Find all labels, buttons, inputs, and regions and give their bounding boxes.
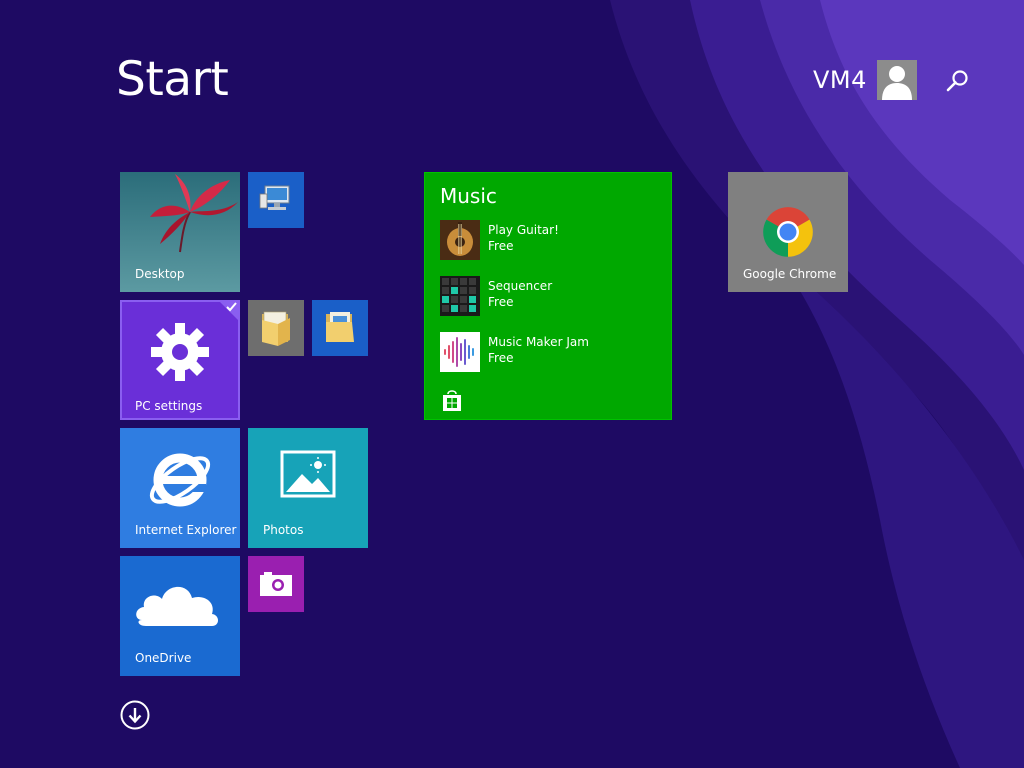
guitar-icon (440, 220, 480, 260)
tile-folder[interactable] (312, 300, 368, 356)
computer-icon (259, 185, 290, 210)
tile-internet-explorer[interactable]: Internet Explorer (120, 428, 240, 548)
folder-icon (262, 311, 290, 346)
music-item-price: Free (488, 239, 514, 253)
tile-internet-explorer-label: Internet Explorer (135, 523, 237, 537)
tile-desktop-label: Desktop (135, 267, 185, 281)
music-item-price: Free (488, 351, 514, 365)
store-bag-icon (443, 390, 461, 411)
tile-camera[interactable] (248, 556, 304, 612)
tile-file-explorer[interactable] (248, 300, 304, 356)
tile-pc-settings-label: PC settings (135, 399, 203, 413)
start-title: Start (116, 52, 229, 107)
tile-pc-settings[interactable]: PC settings (120, 300, 240, 420)
music-item-sequencer[interactable]: Sequencer Free (440, 276, 660, 318)
sequencer-grid-icon (440, 276, 480, 316)
tile-desktop[interactable]: Desktop (120, 172, 240, 292)
music-item-name: Play Guitar! (488, 223, 559, 237)
folder-icon (326, 312, 354, 342)
tile-google-chrome[interactable]: Google Chrome (728, 172, 848, 292)
tile-photos-label: Photos (263, 523, 304, 537)
music-item-name: Music Maker Jam (488, 335, 589, 349)
tile-onedrive[interactable]: OneDrive (120, 556, 240, 676)
tile-google-chrome-label: Google Chrome (743, 267, 837, 281)
user-avatar-icon (882, 66, 912, 100)
user-avatar[interactable] (877, 60, 917, 100)
music-item-price: Free (488, 295, 514, 309)
waveform-icon (440, 332, 480, 372)
all-apps-button[interactable] (120, 700, 150, 730)
search-icon (946, 70, 968, 92)
tile-photos[interactable]: Photos (248, 428, 368, 548)
music-item-name: Sequencer (488, 279, 553, 293)
music-title: Music (440, 184, 497, 208)
search-button[interactable] (942, 66, 972, 96)
camera-icon (260, 572, 292, 596)
music-item-play-guitar[interactable]: Play Guitar! Free (440, 220, 660, 262)
checkmark-icon (220, 302, 238, 320)
start-screen: Start VM4 Desktop PC settings Internet E… (0, 0, 1024, 768)
music-item-music-maker-jam[interactable]: Music Maker Jam Free (440, 332, 660, 374)
user-name[interactable]: VM4 (813, 66, 867, 94)
down-arrow-circle-icon (120, 700, 150, 730)
tile-onedrive-label: OneDrive (135, 651, 192, 665)
tile-this-pc[interactable] (248, 172, 304, 228)
tile-music[interactable]: Music Play Guitar! Free Sequencer Free M… (424, 172, 672, 420)
